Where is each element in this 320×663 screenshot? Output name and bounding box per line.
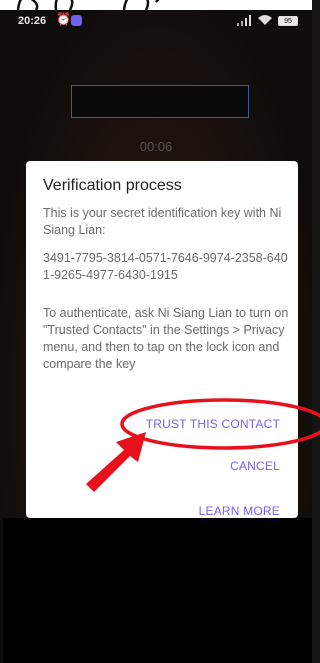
signal-icon [237, 15, 251, 26]
redacted-area [3, 518, 312, 663]
learn-more-button[interactable]: LEARN MORE [199, 504, 280, 518]
secret-key-text: 3491-7795-3814-0571-7646-9974-2358-6401-… [43, 251, 288, 282]
call-timer: 00:06 [139, 139, 173, 154]
viber-icon [71, 15, 82, 26]
verification-dialog: Verification process This is your secret… [26, 161, 298, 518]
dialog-intro-text: This is your secret identification key w… [43, 206, 282, 237]
alarm-clock-icon: ⏰ [56, 12, 71, 26]
battery-icon: 95 [278, 16, 298, 26]
wifi-icon [258, 15, 272, 25]
redacted-contact-name [71, 85, 249, 118]
trust-contact-button[interactable]: TRUST THIS CONTACT [146, 417, 280, 431]
top-strip [0, 0, 312, 10]
status-time: 20:26 [18, 15, 47, 27]
handwriting-scribble [16, 0, 160, 10]
status-bar: 20:26 ⏰ 95 [0, 10, 312, 34]
dialog-instructions-text: To authenticate, ask Ni Siang Lian to tu… [43, 306, 289, 371]
dialog-title: Verification process [43, 177, 182, 194]
cancel-button[interactable]: CANCEL [230, 459, 280, 473]
